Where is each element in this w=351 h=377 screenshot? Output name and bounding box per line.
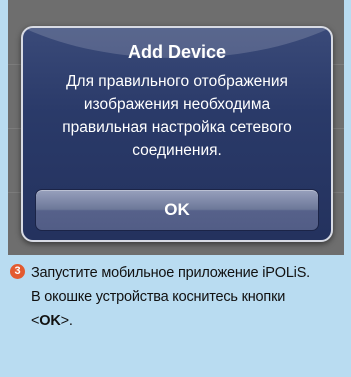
add-device-alert-dialog: Add Device Для правильного отображения и…: [21, 26, 333, 242]
step-text-line-3: <OK>.: [31, 309, 336, 333]
step-text: Запустите мобильное приложение iPOLiS. В…: [31, 261, 336, 333]
dialog-title: Add Device: [127, 42, 227, 62]
ok-button[interactable]: OK: [35, 189, 319, 231]
step-text-line-1: Запустите мобильное приложение iPOLiS.: [31, 265, 311, 281]
dialog-message: Для правильного отображения изображения …: [62, 73, 292, 159]
step-text-line-2: В окошке устройства коснитесь кнопки: [31, 289, 286, 305]
phone-screenshot: Add Device Для правильного отображения и…: [8, 0, 344, 255]
ok-button-reference: OK: [39, 313, 61, 329]
step-number-badge: 3: [10, 264, 25, 279]
bracket-close: >.: [60, 313, 73, 329]
